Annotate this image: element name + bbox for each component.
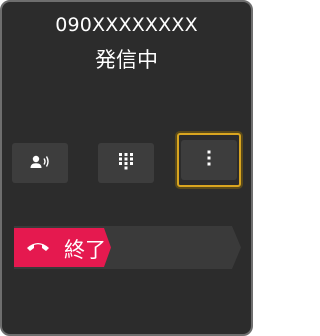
keypad-button[interactable] [98,143,154,183]
more-options-icon [207,150,211,170]
hang-up-icon [26,239,50,253]
more-options-button[interactable] [177,133,241,187]
call-status: 発信中 [95,48,158,72]
end-call-label[interactable]: 終了 [64,234,106,264]
call-screen: 090XXXXXXXX 発信中 終了 [0,0,253,336]
speaker-icon [30,154,50,173]
phone-number: 090XXXXXXXX [55,14,198,36]
keypad-icon [119,152,133,174]
more-options-button-face[interactable] [181,140,237,180]
speaker-button[interactable] [12,143,68,183]
end-call-bar[interactable]: 終了 [14,226,241,269]
